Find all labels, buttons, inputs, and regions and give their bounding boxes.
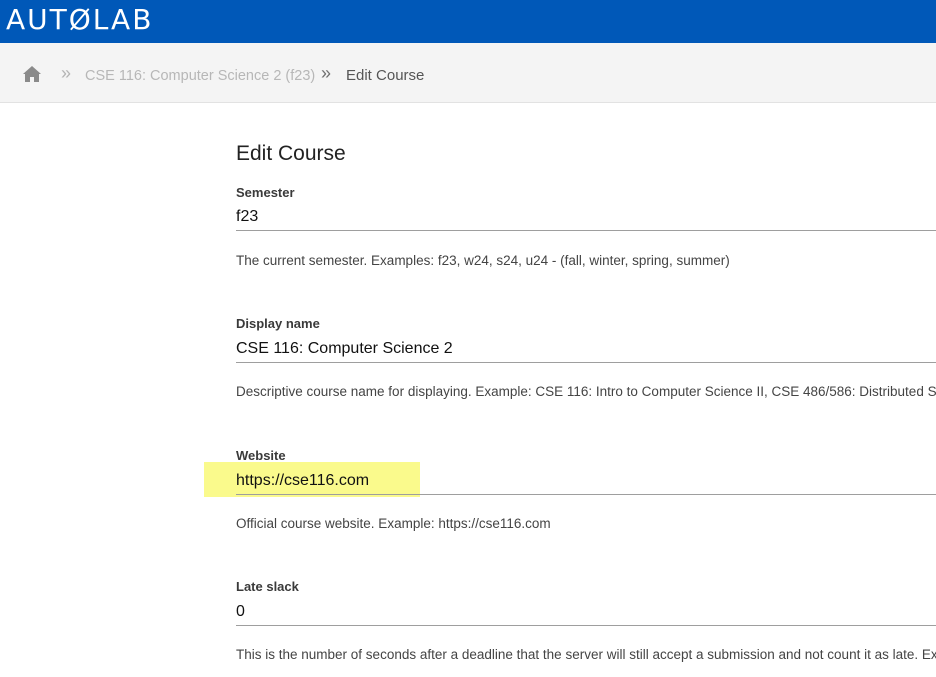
display-name-label: Display name: [236, 316, 320, 331]
late-slack-label: Late slack: [236, 579, 299, 594]
breadcrumb-separator: »: [321, 63, 332, 83]
autolab-logo[interactable]: AUTØLAB: [6, 4, 153, 36]
late-slack-input[interactable]: [236, 598, 936, 626]
display-name-input[interactable]: [236, 335, 936, 363]
website-input[interactable]: [236, 467, 936, 495]
breadcrumb-separator: »: [61, 63, 72, 83]
semester-input[interactable]: [236, 203, 936, 231]
late-slack-help: This is the number of seconds after a de…: [236, 647, 936, 662]
page-title: Edit Course: [236, 142, 346, 165]
semester-help: The current semester. Examples: f23, w24…: [236, 253, 730, 268]
top-navbar: AUTØLAB: [0, 0, 936, 43]
display-name-help: Descriptive course name for displaying. …: [236, 384, 936, 399]
website-help: Official course website. Example: https:…: [236, 516, 551, 531]
breadcrumb-course-link[interactable]: CSE 116: Computer Science 2 (f23): [85, 67, 315, 85]
breadcrumb-current: Edit Course: [346, 67, 425, 84]
semester-label: Semester: [236, 185, 295, 200]
home-icon[interactable]: [22, 65, 42, 83]
breadcrumb: » CSE 116: Computer Science 2 (f23) » Ed…: [0, 43, 936, 103]
